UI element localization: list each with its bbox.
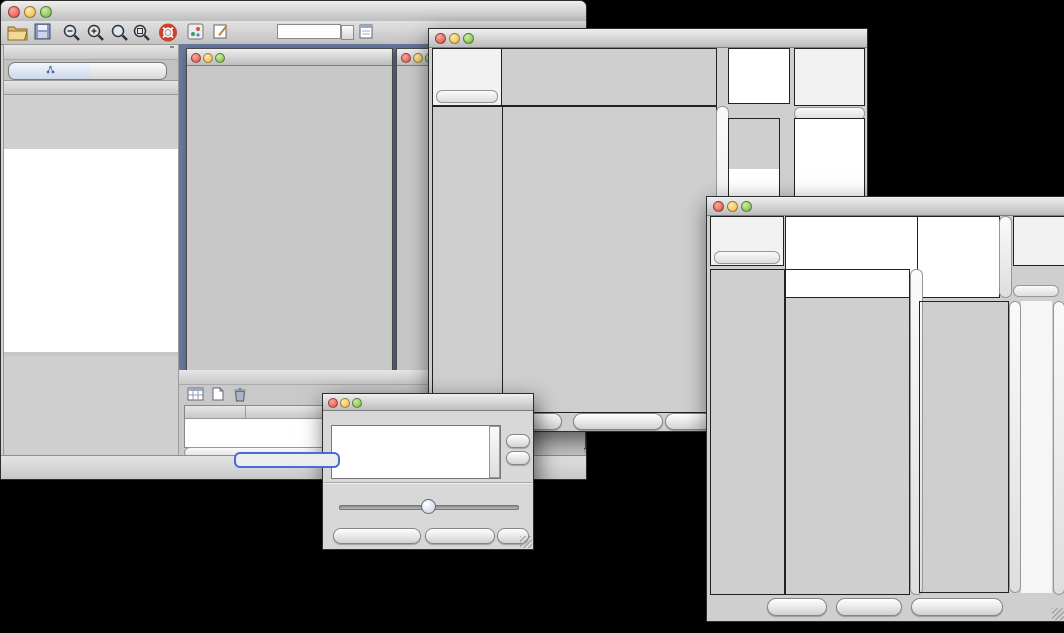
global-heatmap[interactable] — [785, 269, 910, 595]
create-vizmap-button[interactable] — [425, 528, 495, 544]
annotate-icon[interactable] — [212, 23, 230, 46]
gene-list-vscrollbar[interactable] — [1053, 301, 1064, 595]
move-down-button[interactable] — [506, 451, 530, 465]
minimize-button[interactable] — [727, 201, 738, 212]
row-dendrogram[interactable] — [710, 269, 785, 595]
usage-hints-panel — [1013, 216, 1064, 266]
tab-node-attribute-browser[interactable] — [234, 452, 340, 468]
map-colors-dialog — [322, 393, 534, 550]
search-options-icon[interactable] — [358, 23, 376, 46]
close-button[interactable] — [713, 201, 724, 212]
export-graphics-button[interactable] — [573, 413, 663, 430]
minimize-button[interactable] — [203, 53, 213, 63]
view-status-panel — [710, 216, 784, 266]
view-status-panel — [432, 48, 502, 106]
zoom-detail-heatmap[interactable] — [919, 301, 1009, 593]
network-canvas[interactable] — [187, 66, 390, 371]
search-dropdown-button[interactable] — [341, 25, 354, 40]
zoom-button[interactable] — [40, 6, 52, 18]
title-bar[interactable] — [707, 197, 1064, 216]
group-separator — [323, 482, 533, 483]
title-bar[interactable] — [429, 29, 867, 48]
table-icon[interactable] — [187, 387, 204, 406]
close-button[interactable] — [401, 53, 411, 63]
minimize-button[interactable] — [24, 6, 36, 18]
global-heatmap[interactable] — [502, 106, 717, 413]
new-attribute-icon[interactable] — [211, 387, 225, 406]
minimize-button[interactable] — [449, 33, 460, 44]
save-data-button[interactable] — [836, 598, 902, 616]
close-button[interactable] — [435, 33, 446, 44]
minimize-button[interactable] — [340, 398, 350, 408]
desktop — [0, 0, 1064, 633]
network-view-window — [186, 48, 393, 373]
plugin-manager-icon[interactable] — [187, 23, 205, 46]
move-up-button[interactable] — [506, 434, 530, 448]
row-dendrogram[interactable] — [432, 106, 503, 413]
main-title-bar[interactable] — [1, 1, 586, 22]
zoom-button[interactable] — [215, 53, 225, 63]
gene-label-list — [1021, 301, 1052, 593]
settings-button[interactable] — [767, 598, 827, 616]
view-status-scrollbar[interactable] — [714, 251, 780, 264]
treeview-window-combined — [706, 196, 1064, 622]
column-labels-vscrollbar[interactable] — [999, 216, 1012, 298]
network-overview-thumbnail[interactable] — [4, 356, 178, 455]
float-panel-icon[interactable] — [170, 46, 174, 48]
column-dendrogram[interactable] — [501, 48, 717, 106]
close-button[interactable] — [328, 398, 338, 408]
detail-vscrollbar[interactable] — [1009, 301, 1021, 593]
usage-hints-scrollbar[interactable] — [1013, 285, 1059, 297]
column-labels — [917, 216, 1000, 298]
zoom-heatmap[interactable] — [728, 118, 780, 170]
zoom-button[interactable] — [463, 33, 474, 44]
open-session-button[interactable] — [7, 23, 28, 46]
resize-grip[interactable] — [1052, 608, 1064, 620]
close-button[interactable] — [8, 6, 20, 18]
save-session-button[interactable] — [34, 23, 52, 46]
network-list-empty-area — [4, 149, 178, 353]
animate-vizmap-button[interactable] — [333, 528, 421, 544]
view-status-scrollbar[interactable] — [436, 90, 498, 103]
zoom-button[interactable] — [741, 201, 752, 212]
tab-network[interactable] — [8, 62, 92, 80]
title-bar[interactable] — [323, 394, 533, 411]
control-panel-tabbar — [4, 60, 178, 81]
search-input[interactable] — [277, 24, 341, 39]
network-table-header — [4, 81, 178, 95]
speed-slider-thumb[interactable] — [421, 499, 436, 514]
usage-hints-panel — [794, 48, 865, 106]
attribute-listbox[interactable] — [331, 425, 501, 479]
zoom-button[interactable] — [352, 398, 362, 408]
minimize-button[interactable] — [413, 53, 423, 63]
resize-grip[interactable] — [520, 536, 532, 548]
tab-vizmapper[interactable] — [90, 62, 167, 80]
export-graphics-button[interactable] — [911, 598, 1003, 616]
close-button[interactable] — [191, 53, 201, 63]
control-panel — [3, 44, 179, 456]
zoom-column-labels — [728, 48, 790, 104]
delete-attribute-trash-icon[interactable] — [233, 387, 247, 407]
list-vscrollbar[interactable] — [489, 426, 500, 478]
